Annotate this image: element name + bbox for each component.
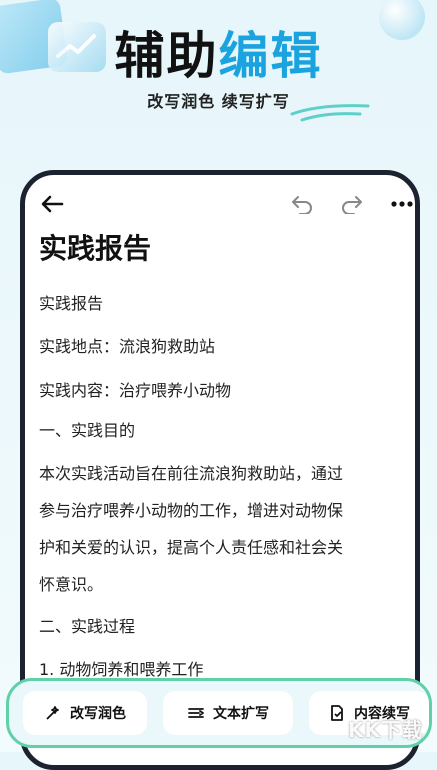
rewrite-polish-label: 改写润色 xyxy=(70,706,126,722)
more-dots-icon[interactable] xyxy=(387,189,415,219)
document-title[interactable]: 实践报告 xyxy=(39,227,151,267)
doc-line: 一、实践目的 xyxy=(39,421,136,440)
expand-icon xyxy=(188,708,204,718)
doc-paragraph-line: 本次实践活动旨在前往流浪狗救助站，通过 xyxy=(39,464,344,483)
doc-line: 实践内容：治疗喂养小动物 xyxy=(39,381,232,400)
ai-toolbar: 改写润色 文本扩写 内容续写 KK下载 xyxy=(6,678,432,748)
watermark: KK下载 xyxy=(348,718,423,742)
doc-list-item: 1. 动物饲养和喂养工作 xyxy=(39,660,204,679)
doc-section-heading: 二、实践过程 xyxy=(39,617,136,636)
doc-line: 实践地点：流浪狗救助站 xyxy=(39,337,216,356)
doc-line: 实践报告 xyxy=(39,294,104,313)
doc-paragraph-line: 护和关爱的认识，提高个人责任感和社会关 xyxy=(39,538,344,557)
doc-paragraph-line: 怀意识。 xyxy=(39,575,104,594)
arrow-left-icon[interactable] xyxy=(37,189,67,219)
swoosh-icon xyxy=(290,104,370,122)
text-expand-label: 文本扩写 xyxy=(213,706,269,722)
redo-icon[interactable] xyxy=(337,189,367,219)
continue-doc-icon xyxy=(331,705,343,721)
hero-title-part1: 辅助 xyxy=(114,27,219,85)
text-expand-button[interactable]: 文本扩写 xyxy=(163,691,293,735)
undo-icon[interactable] xyxy=(287,189,317,219)
wand-icon xyxy=(46,706,59,720)
doc-paragraph-line: 参与治疗喂养小动物的工作，增进对动物保 xyxy=(39,501,344,520)
rewrite-polish-button[interactable]: 改写润色 xyxy=(23,691,147,735)
hero-title: 辅助编辑 xyxy=(0,16,437,88)
hero-subtitle: 改写润色 续写扩写 xyxy=(147,92,290,111)
hero-banner: 辅助编辑 改写润色 续写扩写 xyxy=(0,0,437,170)
hero-title-part2: 编辑 xyxy=(218,27,323,85)
editor-topbar xyxy=(25,189,415,219)
